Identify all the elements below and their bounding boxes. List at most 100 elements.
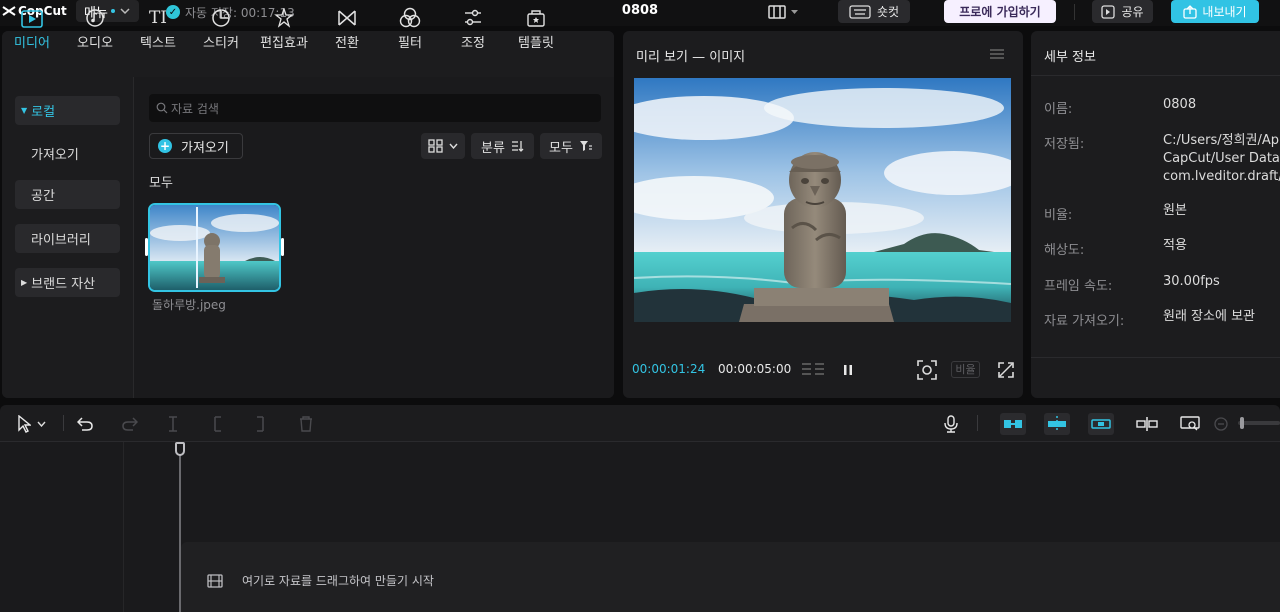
- microphone-button[interactable]: [941, 413, 961, 435]
- fullscreen-button[interactable]: [997, 361, 1015, 383]
- detail-label-import: 자료 가져오기:: [1044, 314, 1125, 329]
- divider: [977, 415, 978, 431]
- ratio-button[interactable]: 비율: [951, 361, 980, 378]
- sidebar-item-label: 라이브러리: [31, 233, 91, 248]
- tab-transition[interactable]: 전환: [317, 6, 377, 51]
- preview-menu-icon[interactable]: [989, 46, 1005, 60]
- divider: [1074, 4, 1075, 20]
- filter-funnel-icon: [579, 141, 592, 151]
- search-icon: [156, 102, 168, 114]
- upload-icon: [1183, 4, 1198, 19]
- chain-icon: [1091, 419, 1111, 429]
- thumbnail-handle-left[interactable]: [145, 238, 148, 256]
- waveform-icon[interactable]: [801, 361, 825, 383]
- adjust-icon: [443, 6, 503, 30]
- import-button[interactable]: + 가져오기: [149, 133, 243, 159]
- tab-label: 템플릿: [518, 36, 554, 51]
- pro-signup-button[interactable]: 프로에 가입하기: [944, 0, 1056, 23]
- tab-sticker[interactable]: 스티커: [191, 6, 251, 51]
- details-footer-divider: [1031, 357, 1280, 358]
- media-file-name: 돌하루방.jpeg: [152, 298, 226, 312]
- microphone-icon: [944, 415, 958, 433]
- magnet-snap-button[interactable]: [1000, 413, 1026, 435]
- sidebar-item-import[interactable]: 가져오기: [15, 139, 120, 168]
- thumbnail-image: [150, 205, 279, 290]
- sort-label: 분류: [481, 140, 505, 156]
- zoom-slider-handle[interactable]: [1240, 417, 1244, 429]
- detail-label-resolution: 해상도:: [1044, 243, 1085, 258]
- tab-audio[interactable]: 오디오: [65, 6, 125, 51]
- delete-button[interactable]: [296, 413, 316, 435]
- details-title: 세부 정보: [1044, 50, 1096, 65]
- tab-text[interactable]: TI 텍스트: [128, 6, 188, 51]
- undo-button[interactable]: [75, 413, 95, 435]
- export-button[interactable]: 내보내기: [1171, 0, 1259, 23]
- tab-effects[interactable]: 편집효과: [254, 6, 314, 51]
- split-preview-icon: [1136, 417, 1158, 431]
- detail-value-framerate: 30.00fps: [1163, 274, 1220, 289]
- filter-button[interactable]: 모두: [540, 133, 602, 159]
- section-label: 모두: [149, 176, 173, 191]
- tab-label: 편집효과: [260, 36, 308, 51]
- search-placeholder: 자료 검색: [171, 101, 219, 116]
- sidebar-item-library[interactable]: 라이브러리: [15, 224, 120, 253]
- detail-value-ratio: 원본: [1163, 203, 1187, 218]
- detail-label-framerate: 프레임 속도:: [1044, 279, 1113, 294]
- plus-icon: +: [158, 139, 172, 153]
- grid-view-icon: [428, 139, 443, 153]
- focus-frame-icon: [917, 360, 937, 380]
- split-preview-button[interactable]: [1135, 413, 1159, 435]
- timeline-track-header: [0, 442, 124, 612]
- layout-button[interactable]: [768, 3, 804, 21]
- tab-filter[interactable]: 필터: [380, 6, 440, 51]
- monitor-zoom-icon: [1180, 416, 1200, 431]
- playhead-handle[interactable]: [175, 442, 185, 456]
- tab-adjust[interactable]: 조정: [443, 6, 503, 51]
- pause-icon: [844, 365, 852, 375]
- zoom-out-icon: [1214, 417, 1228, 431]
- snap-icon: [1048, 416, 1066, 432]
- redo-icon: [122, 417, 138, 431]
- tab-label: 전환: [335, 36, 359, 51]
- trim-right-button[interactable]: [251, 413, 271, 435]
- total-time: 00:00:05:00: [718, 362, 792, 376]
- zoom-out-button[interactable]: [1212, 413, 1230, 435]
- zoom-slider[interactable]: [1238, 417, 1280, 429]
- screenshot-button[interactable]: [917, 360, 937, 384]
- auto-snap-button[interactable]: [1044, 413, 1070, 435]
- project-title[interactable]: 0808: [600, 3, 680, 18]
- sidebar-item-space[interactable]: 공간: [15, 180, 120, 209]
- preview-canvas[interactable]: [634, 78, 1011, 322]
- text-icon: TI: [148, 8, 168, 28]
- redo-button[interactable]: [120, 413, 140, 435]
- caret-down-icon: ▼: [21, 106, 28, 115]
- tab-media[interactable]: 미디어: [2, 6, 62, 51]
- sidebar-item-local[interactable]: ▼ 로컬: [15, 96, 120, 125]
- share-button[interactable]: 공유: [1092, 0, 1153, 23]
- select-tool-button[interactable]: [10, 413, 52, 435]
- sidebar-item-brand[interactable]: ▶ 브랜드 자산: [15, 268, 120, 297]
- keyboard-icon: [849, 4, 871, 19]
- view-toggle-button[interactable]: [421, 133, 465, 159]
- preview-title: 미리 보기 — 이미지: [636, 50, 746, 65]
- tab-template[interactable]: 템플릿: [506, 6, 566, 51]
- tab-label: 미디어: [14, 36, 50, 51]
- sort-button[interactable]: 분류: [471, 133, 534, 159]
- thumbnail-handle-right[interactable]: [281, 238, 284, 256]
- preview-image: [634, 78, 1011, 322]
- split-button[interactable]: [163, 413, 183, 435]
- detail-value-saved-line1: C:/Users/정희권/Ap: [1163, 133, 1280, 148]
- shortcuts-button[interactable]: 숏컷: [838, 0, 910, 23]
- pause-button[interactable]: [841, 362, 855, 381]
- detail-label-ratio: 비율:: [1044, 208, 1073, 223]
- tab-label: 스티커: [203, 36, 239, 51]
- search-input[interactable]: 자료 검색: [149, 94, 601, 122]
- template-icon: [506, 6, 566, 30]
- undo-icon: [77, 417, 93, 431]
- tab-label: 텍스트: [140, 36, 176, 51]
- preview-screen-button[interactable]: [1178, 413, 1202, 435]
- linkage-button[interactable]: [1088, 413, 1114, 435]
- tab-label: 조정: [461, 36, 485, 51]
- trim-left-button[interactable]: [207, 413, 227, 435]
- media-thumbnail[interactable]: [148, 203, 281, 292]
